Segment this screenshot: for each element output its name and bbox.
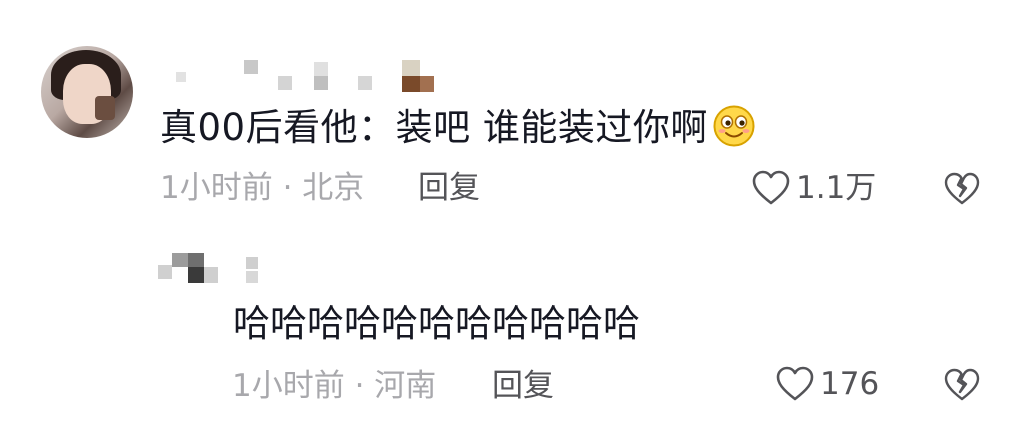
mosaic-pixel (246, 271, 258, 283)
comment-text: 真00后看他：装吧 谁能装过你啊 (160, 104, 756, 150)
commenter-username-censored[interactable] (168, 58, 438, 94)
mosaic-pixel (188, 267, 204, 283)
comment-body: 真00后看他：装吧 谁能装过你啊 (160, 106, 708, 149)
mosaic-pixel (402, 76, 420, 92)
mosaic-pixel (158, 265, 172, 279)
mosaic-pixel (204, 267, 218, 283)
mosaic-pixel (420, 76, 434, 92)
reply-time: 1小时前 (232, 368, 345, 404)
broken-heart-icon[interactable] (944, 368, 980, 402)
heart-outline-icon (776, 366, 814, 401)
mosaic-pixel (402, 60, 420, 76)
like-count: 1.1万 (796, 170, 877, 206)
broken-heart-icon[interactable] (944, 172, 980, 206)
avatar-cup (95, 96, 115, 120)
meta-separator: · (344, 368, 375, 404)
heart-outline-icon (752, 170, 790, 205)
mosaic-pixel (176, 72, 186, 82)
mosaic-pixel (244, 60, 258, 74)
mosaic-pixel (314, 62, 328, 76)
meta-separator: · (272, 170, 303, 206)
like-button[interactable]: 1.1万 (752, 170, 876, 206)
mosaic-pixel (278, 76, 292, 90)
comment-meta: 1小时前 · 北京 (160, 170, 364, 206)
reply-button[interactable]: 回复 (418, 170, 480, 206)
reply-text: 哈哈哈哈哈哈哈哈哈哈哈 (233, 302, 640, 345)
reply-location: 河南 (374, 368, 437, 404)
reply-like-count: 176 (820, 366, 880, 402)
reply-reply-button[interactable]: 回复 (492, 368, 554, 404)
comment-location: 北京 (302, 170, 365, 206)
reply-meta: 1小时前 · 河南 (232, 368, 436, 404)
mosaic-pixel (246, 257, 258, 269)
mosaic-pixel (172, 253, 188, 267)
comment-time: 1小时前 (160, 170, 273, 206)
mosaic-pixel (314, 76, 328, 90)
mosaic-pixel (358, 76, 372, 90)
reply-like-button[interactable]: 176 (776, 366, 879, 402)
smiling-face-emoji-icon (713, 105, 755, 147)
commenter-avatar[interactable] (41, 46, 133, 138)
replier-username-censored[interactable] (158, 253, 268, 289)
mosaic-pixel (188, 253, 204, 267)
